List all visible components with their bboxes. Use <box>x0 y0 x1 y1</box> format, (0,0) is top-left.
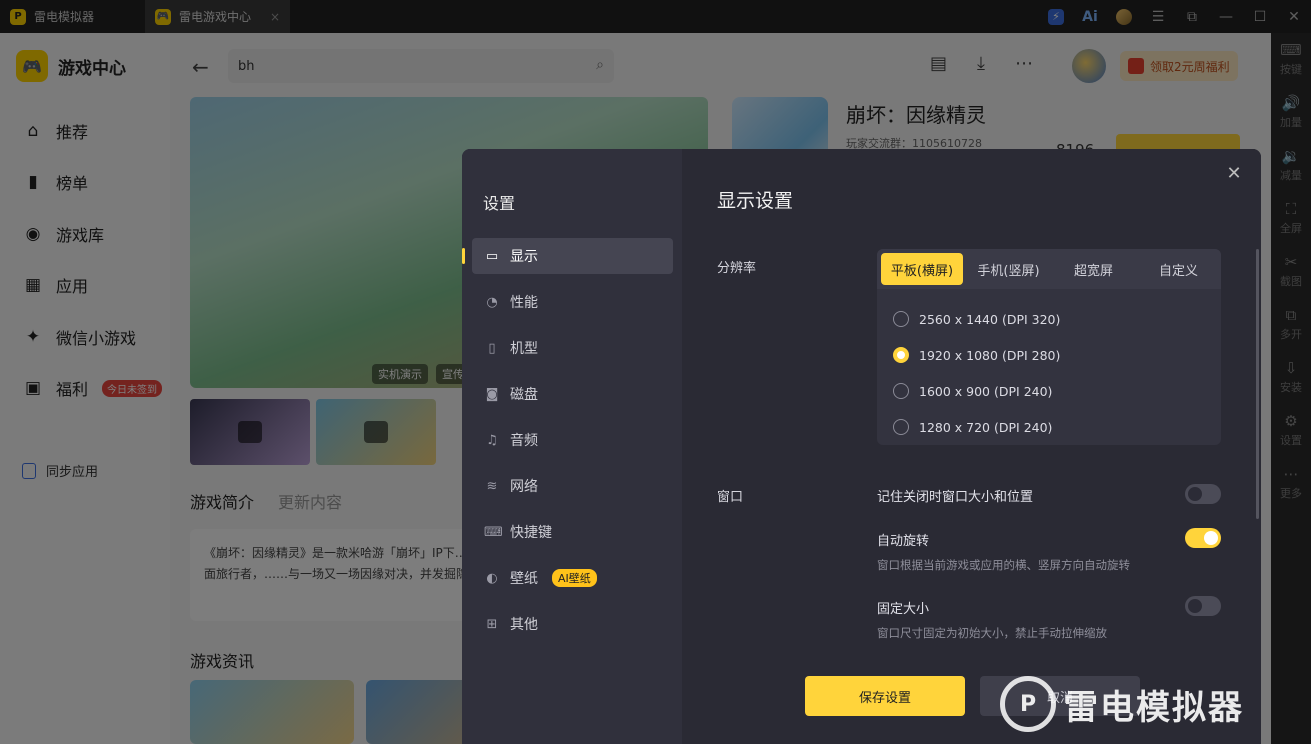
ai-wallpaper-badge: AI壁纸 <box>552 569 597 587</box>
settings-item-audio[interactable]: ♫ 音频 <box>472 422 673 458</box>
window-label: 窗口 <box>717 490 744 505</box>
settings-item-network[interactable]: ≋ 网络 <box>472 468 673 504</box>
palette-icon: ◐ <box>486 570 498 586</box>
settings-item-label: 音频 <box>510 433 538 449</box>
auto-rotate-toggle[interactable] <box>1185 528 1221 548</box>
settings-item-label: 壁纸 <box>510 571 538 587</box>
fixed-size-toggle[interactable] <box>1185 596 1221 616</box>
settings-item-disk[interactable]: ◙ 磁盘 <box>472 376 673 412</box>
settings-item-wallpaper[interactable]: ◐ 壁纸 AI壁纸 <box>472 560 673 596</box>
setting-title: 记住关闭时窗口大小和位置 <box>877 490 1034 505</box>
res-option-label: 1600 x 900 (DPI 240) <box>919 383 1053 399</box>
setting-auto-rotate: 自动旋转 窗口根据当前游戏或应用的横、竖屏方向自动旋转 <box>877 528 1221 573</box>
settings-item-shortcuts[interactable]: ⌨ 快捷键 <box>472 514 673 550</box>
audio-icon: ♫ <box>486 432 498 448</box>
settings-item-other[interactable]: ⊞ 其他 <box>472 606 673 642</box>
res-tab-phone[interactable]: 手机(竖屏) <box>966 253 1051 285</box>
resolution-label: 分辨率 <box>717 261 757 276</box>
keyboard-icon: ⌨ <box>484 524 503 540</box>
res-tab-tablet[interactable]: 平板(横屏) <box>881 253 963 285</box>
save-settings-button[interactable]: 保存设置 <box>805 676 965 716</box>
settings-dialog: 设置 ▭ 显示 ◔ 性能 ▯ 机型 ◙ 磁盘 ♫ 音频 ≋ 网络 ⌨ 快捷键 ◐… <box>462 149 1261 744</box>
resolution-tabs: 平板(横屏) 手机(竖屏) 超宽屏 自定义 <box>877 249 1221 289</box>
resolution-options: 2560 x 1440 (DPI 320) 1920 x 1080 (DPI 2… <box>893 301 1060 445</box>
grid-icon: ⊞ <box>486 616 498 632</box>
panel-heading: 显示设置 <box>717 190 794 212</box>
settings-item-label: 机型 <box>510 341 538 357</box>
radio-button-selected[interactable] <box>893 347 909 363</box>
monitor-icon: ▭ <box>485 248 499 264</box>
res-tab-custom[interactable]: 自定义 <box>1136 253 1221 285</box>
res-option-2560[interactable]: 2560 x 1440 (DPI 320) <box>893 301 1060 337</box>
phone-icon: ▯ <box>488 340 496 356</box>
radio-button[interactable] <box>893 419 909 435</box>
watermark: P 雷电模拟器 <box>1000 672 1300 736</box>
setting-fixed-size: 固定大小 窗口尺寸固定为初始大小，禁止手动拉伸缩放 <box>877 596 1221 641</box>
settings-item-label: 快捷键 <box>510 525 552 541</box>
settings-item-label: 其他 <box>510 617 538 633</box>
settings-title: 设置 <box>483 194 516 213</box>
display-settings-panel: 显示设置 ✕ 分辨率 平板(横屏) 手机(竖屏) 超宽屏 自定义 2560 x … <box>682 149 1261 744</box>
performance-icon: ◔ <box>486 294 498 310</box>
res-option-1920[interactable]: 1920 x 1080 (DPI 280) <box>893 337 1060 373</box>
settings-item-performance[interactable]: ◔ 性能 <box>472 284 673 320</box>
setting-remember-window: 记住关闭时窗口大小和位置 <box>877 484 1221 505</box>
remember-window-toggle[interactable] <box>1185 484 1221 504</box>
settings-item-model[interactable]: ▯ 机型 <box>472 330 673 366</box>
settings-item-label: 网络 <box>510 479 538 495</box>
res-option-1600[interactable]: 1600 x 900 (DPI 240) <box>893 373 1060 409</box>
res-option-1280[interactable]: 1280 x 720 (DPI 240) <box>893 409 1060 445</box>
radio-button[interactable] <box>893 383 909 399</box>
settings-item-label: 性能 <box>510 295 538 311</box>
resolution-panel: 平板(横屏) 手机(竖屏) 超宽屏 自定义 2560 x 1440 (DPI 3… <box>877 249 1221 445</box>
wifi-icon: ≋ <box>486 478 498 494</box>
scrollbar[interactable] <box>1256 249 1259 519</box>
setting-title: 自动旋转 <box>877 534 930 549</box>
watermark-logo-icon: P <box>1000 676 1056 732</box>
settings-item-label: 显示 <box>510 249 538 265</box>
res-option-label: 1920 x 1080 (DPI 280) <box>919 347 1061 363</box>
res-option-label: 1280 x 720 (DPI 240) <box>919 419 1053 435</box>
settings-item-label: 磁盘 <box>510 387 538 403</box>
settings-nav: 设置 ▭ 显示 ◔ 性能 ▯ 机型 ◙ 磁盘 ♫ 音频 ≋ 网络 ⌨ 快捷键 ◐… <box>462 149 682 744</box>
watermark-text: 雷电模拟器 <box>1064 687 1244 728</box>
radio-button[interactable] <box>893 311 909 327</box>
setting-desc: 窗口尺寸固定为初始大小，禁止手动拉伸缩放 <box>877 626 1107 640</box>
close-icon[interactable]: ✕ <box>1223 163 1245 185</box>
res-option-label: 2560 x 1440 (DPI 320) <box>919 311 1061 327</box>
setting-title: 固定大小 <box>877 602 930 617</box>
settings-item-display[interactable]: ▭ 显示 <box>462 238 673 274</box>
setting-desc: 窗口根据当前游戏或应用的横、竖屏方向自动旋转 <box>877 558 1130 572</box>
disk-icon: ◙ <box>485 386 499 402</box>
res-tab-ultrawide[interactable]: 超宽屏 <box>1051 253 1136 285</box>
